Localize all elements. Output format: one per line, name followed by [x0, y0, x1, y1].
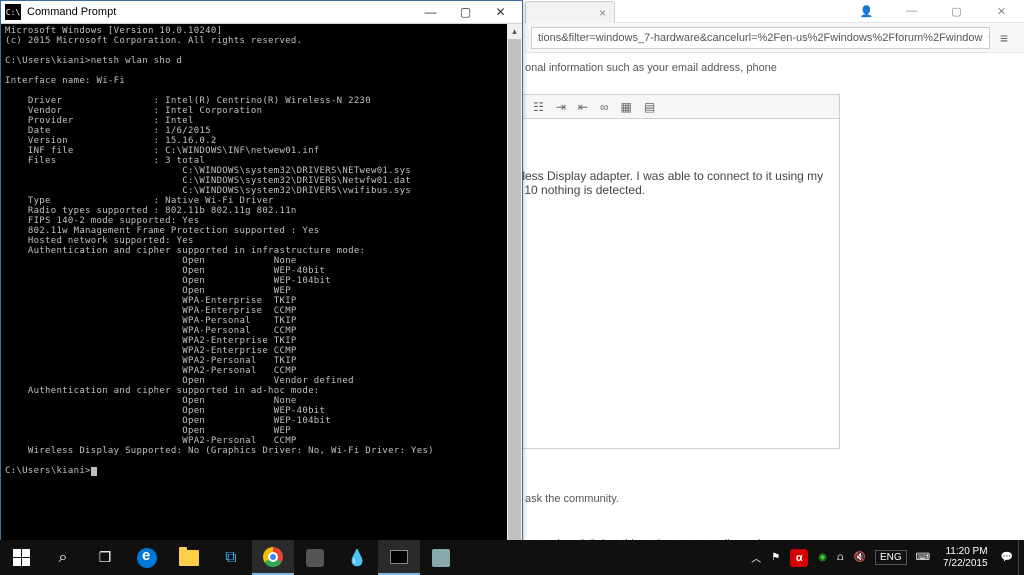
windows-icon [13, 549, 30, 566]
cmd-taskbar-icon [390, 550, 408, 564]
browser-maximize-button[interactable]: ▢ [934, 0, 979, 23]
file-explorer-button[interactable] [168, 540, 210, 575]
app-button[interactable] [420, 540, 462, 575]
tray-wifi-icon[interactable]: ⩍ [832, 540, 849, 575]
browser-minimize-button[interactable]: — [889, 0, 934, 23]
editor-content[interactable]: ireless Display adapter. I was able to c… [500, 119, 840, 449]
clock-date: 7/22/2015 [943, 558, 988, 570]
tab-close-icon[interactable]: × [599, 6, 606, 20]
system-tray: ︿ ⚑ α ◉ ⩍ 🔇 ENG ⌨ 11:20 PM 7/22/2015 💬 [746, 540, 1024, 575]
cmd-titlebar[interactable]: C:\ Command Prompt — ▢ ✕ [1, 1, 522, 24]
command-prompt-window: C:\ Command Prompt — ▢ ✕ Microsoft Windo… [0, 0, 523, 562]
app-icon [306, 549, 324, 567]
show-desktop-button[interactable] [1018, 540, 1024, 575]
cmd-window-title: Command Prompt [27, 6, 116, 18]
task-view-icon: ❐ [99, 549, 112, 566]
app-icon [432, 549, 450, 567]
tray-avira-icon[interactable]: α [785, 540, 813, 575]
tray-language[interactable]: ENG [875, 550, 907, 565]
store-icon: ⧉ [225, 549, 236, 567]
chrome-icon [263, 547, 283, 567]
toolbar-icon[interactable]: ▦ [621, 100, 632, 114]
store-button[interactable]: ⧉ [210, 540, 252, 575]
scroll-up-arrow[interactable]: ▴ [507, 24, 522, 39]
toolbar-icon[interactable]: ⇥ [556, 100, 566, 114]
tray-volume-icon[interactable]: 🔇 [848, 540, 870, 575]
tray-notifications-icon[interactable]: 💬 [996, 540, 1018, 575]
toolbar-icon[interactable]: ▤ [644, 100, 655, 114]
search-button[interactable]: ⌕ [42, 540, 84, 575]
taskbar: ⌕ ❐ ⧉ 💧 ︿ ⚑ α ◉ ⩍ 🔇 ENG ⌨ 11:20 PM 7/22/… [0, 540, 1024, 575]
app-button[interactable]: 💧 [336, 540, 378, 575]
cmd-taskbar-button[interactable] [378, 540, 420, 575]
task-view-button[interactable]: ❐ [84, 540, 126, 575]
edge-icon [137, 548, 157, 568]
cmd-close-button[interactable]: ✕ [483, 1, 518, 23]
folder-icon [179, 550, 199, 566]
cmd-cursor [91, 467, 97, 476]
scroll-thumb[interactable] [508, 39, 521, 554]
browser-tab-strip: × [525, 0, 615, 23]
tray-keyboard-icon[interactable]: ⌨ [911, 540, 935, 575]
tray-security-icon[interactable]: ◉ [813, 540, 832, 575]
page-text: onal information such as your email addr… [525, 62, 777, 74]
toolbar-icon[interactable]: ⇤ [578, 100, 588, 114]
cmd-minimize-button[interactable]: — [413, 1, 448, 23]
address-text: tions&filter=windows_7-hardware&cancelur… [538, 32, 982, 44]
chrome-button[interactable] [252, 540, 294, 575]
browser-close-button[interactable]: ✕ [979, 0, 1024, 23]
page-text: ask the community. [525, 493, 619, 505]
address-bar[interactable]: tions&filter=windows_7-hardware&cancelur… [531, 27, 990, 49]
browser-menu-icon[interactable]: ≡ [990, 30, 1018, 46]
droplet-icon: 💧 [347, 548, 367, 568]
tray-clock[interactable]: 11:20 PM 7/22/2015 [935, 546, 996, 570]
content-line: ireless Display adapter. I was able to c… [509, 169, 831, 183]
cmd-output: Microsoft Windows [Version 10.0.10240] (… [1, 24, 522, 478]
content-line: vs 10 nothing is detected. [509, 183, 831, 197]
tray-flag-icon[interactable]: ⚑ [766, 540, 785, 575]
editor-toolbar: ≣ ☷ ⇥ ⇤ ∞ ▦ ▤ [500, 94, 840, 119]
toolbar-icon[interactable]: ☷ [533, 100, 544, 114]
browser-minimize-button[interactable]: 👤 [844, 0, 889, 23]
cmd-body[interactable]: Microsoft Windows [Version 10.0.10240] (… [1, 24, 522, 561]
cmd-scrollbar[interactable]: ▴ ▾ [507, 24, 522, 561]
edge-button[interactable] [126, 540, 168, 575]
start-button[interactable] [0, 540, 42, 575]
cmd-icon: C:\ [5, 4, 21, 20]
search-icon: ⌕ [59, 549, 68, 567]
app-button[interactable] [294, 540, 336, 575]
toolbar-icon[interactable]: ∞ [600, 100, 609, 114]
cmd-maximize-button[interactable]: ▢ [448, 1, 483, 23]
browser-tab[interactable]: × [525, 1, 615, 23]
clock-time: 11:20 PM [943, 546, 988, 558]
tray-overflow-icon[interactable]: ︿ [746, 540, 766, 575]
browser-toolbar: tions&filter=windows_7-hardware&cancelur… [525, 23, 1024, 53]
